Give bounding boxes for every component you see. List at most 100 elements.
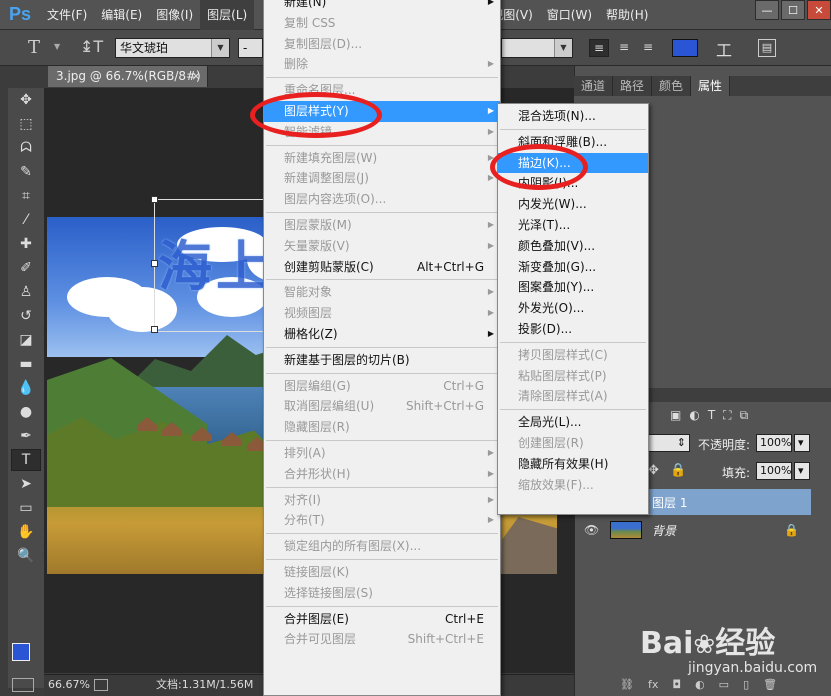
- screen-mode-icon[interactable]: [12, 678, 34, 692]
- quick-select-tool-icon[interactable]: ✎: [11, 161, 41, 183]
- menu-separator: [266, 346, 498, 348]
- menu-item-shortcut: Shift+Ctrl+G: [405, 399, 484, 414]
- eraser-tool-icon[interactable]: ◪: [11, 329, 41, 351]
- minimize-button[interactable]: —: [755, 0, 779, 20]
- text-tool-icon[interactable]: T: [28, 37, 40, 58]
- adjustment-filter-icon[interactable]: ◐: [689, 408, 699, 422]
- status-export-icon[interactable]: [94, 679, 108, 691]
- shape-tool-icon[interactable]: ▭: [11, 497, 41, 519]
- marquee-tool-icon[interactable]: ⬚: [11, 113, 41, 135]
- menu-item-label: 缩放效果(F)...: [518, 477, 594, 492]
- annotation-oval-layer-style: [250, 92, 382, 138]
- clone-stamp-icon[interactable]: ♙: [11, 281, 41, 303]
- tab-color[interactable]: 颜色: [652, 76, 692, 96]
- shape-filter-icon[interactable]: ⛶: [723, 408, 731, 423]
- history-brush-icon[interactable]: ↺: [11, 305, 41, 327]
- menu-item[interactable]: 光泽(T)...: [498, 215, 648, 236]
- zoom-level[interactable]: 66.67%: [48, 675, 90, 695]
- zoom-tool-icon[interactable]: 🔍: [11, 545, 41, 567]
- align-right-icon[interactable]: ≡: [638, 39, 658, 57]
- menu-separator: [266, 144, 498, 146]
- layer-row-background[interactable]: 👁 背景 🔒: [576, 517, 811, 543]
- menu-item: 对齐(I) ▶: [264, 490, 500, 511]
- healing-brush-icon[interactable]: ✚: [11, 233, 41, 255]
- layer-name[interactable]: 图层 1: [652, 494, 687, 511]
- transform-handle[interactable]: [151, 326, 158, 333]
- font-family-select[interactable]: 华文琥珀 ▼: [115, 38, 230, 58]
- align-center-icon[interactable]: ≡: [614, 39, 634, 57]
- menu-item[interactable]: 渐变叠加(G)...: [498, 257, 648, 278]
- menu-item[interactable]: 颜色叠加(V)...: [498, 236, 648, 257]
- pen-tool-icon[interactable]: ✒: [11, 425, 41, 447]
- opacity-dropdown[interactable]: ▾: [794, 434, 810, 452]
- panels-toggle-icon[interactable]: ▤: [758, 39, 776, 57]
- tab-paths[interactable]: 路径: [613, 76, 653, 96]
- transform-handle[interactable]: [151, 260, 158, 267]
- transform-handle[interactable]: [151, 196, 158, 203]
- smart-filter-icon[interactable]: ⧉: [740, 408, 749, 423]
- menu-item[interactable]: 内发光(W)...: [498, 194, 648, 215]
- font-style-select[interactable]: -: [238, 38, 263, 58]
- menu-item[interactable]: 投影(D)...: [498, 319, 648, 340]
- menu-item[interactable]: 创建剪贴蒙版(C) Alt+Ctrl+G: [264, 257, 500, 278]
- menu-separator: [266, 605, 498, 607]
- align-left-icon[interactable]: ≡: [589, 39, 609, 57]
- blur-tool-icon[interactable]: 💧: [11, 377, 41, 399]
- lock-position-icon[interactable]: ✥: [648, 463, 659, 478]
- link-icon[interactable]: ⛓: [620, 678, 634, 694]
- type-tool-icon[interactable]: T: [11, 449, 41, 471]
- path-select-tool-icon[interactable]: ➤: [11, 473, 41, 495]
- menu-item[interactable]: 新建(N) ▶: [264, 0, 500, 13]
- menu-item[interactable]: 全局光(L)...: [498, 412, 648, 433]
- menu-item[interactable]: 合并图层(E) Ctrl+E: [264, 609, 500, 630]
- menu-image[interactable]: 图像(I): [149, 0, 200, 30]
- tab-properties[interactable]: 属性: [691, 76, 731, 96]
- type-filter-icon[interactable]: T: [708, 408, 715, 422]
- close-icon[interactable]: ×: [191, 66, 201, 87]
- dodge-tool-icon[interactable]: ●: [11, 401, 41, 423]
- menu-layer[interactable]: 图层(L): [200, 0, 255, 30]
- gradient-tool-icon[interactable]: ▬: [11, 353, 41, 375]
- text-color-swatch[interactable]: [672, 39, 698, 57]
- warp-text-icon[interactable]: 工: [716, 37, 732, 61]
- menu-item[interactable]: 栅格化(Z) ▶: [264, 324, 500, 345]
- submenu-arrow-icon: ▶: [487, 219, 494, 229]
- brush-tool-icon[interactable]: ✐: [11, 257, 41, 279]
- fill-input[interactable]: 100%: [756, 462, 792, 480]
- menu-item[interactable]: 外发光(O)...: [498, 298, 648, 319]
- layer-name[interactable]: 背景: [652, 522, 676, 539]
- menu-file[interactable]: 文件(F): [40, 0, 94, 30]
- menu-item-label: 链接图层(K): [284, 564, 350, 579]
- menu-item-label: 内发光(W)...: [518, 197, 587, 212]
- menu-item: 图层蒙版(M) ▶: [264, 215, 500, 236]
- hut: [222, 432, 242, 446]
- move-tool-icon[interactable]: ✥: [11, 89, 41, 111]
- image-filter-icon[interactable]: ▣: [670, 408, 681, 422]
- close-button[interactable]: ✕: [807, 0, 831, 20]
- lock-all-icon[interactable]: 🔒: [670, 463, 686, 478]
- tab-channels[interactable]: 通道: [574, 76, 614, 96]
- hand-tool-icon[interactable]: ✋: [11, 521, 41, 543]
- submenu-arrow-icon: ▶: [487, 308, 494, 318]
- photoshop-window: Ps 文件(F) 编辑(E) 图像(I) 图层(L) 视图(V) 窗口(W) 帮…: [0, 0, 831, 696]
- fill-dropdown[interactable]: ▾: [794, 462, 810, 480]
- opacity-row: ⇕ 不透明度: 100% ▾: [640, 434, 831, 456]
- eye-icon[interactable]: 👁: [584, 523, 599, 537]
- menu-item[interactable]: 混合选项(N)...: [498, 106, 648, 127]
- lasso-tool-icon[interactable]: ᗣ: [11, 137, 41, 159]
- opacity-input[interactable]: 100%: [756, 434, 792, 452]
- chevron-down-icon[interactable]: ▼: [54, 42, 60, 51]
- maximize-button[interactable]: ☐: [781, 0, 805, 20]
- text-orientation-icon[interactable]: ↨T: [80, 37, 103, 56]
- menu-window[interactable]: 窗口(W): [540, 0, 599, 30]
- crop-tool-icon[interactable]: ⌗: [11, 185, 41, 207]
- eyedropper-tool-icon[interactable]: ⁄: [11, 209, 41, 231]
- menu-item[interactable]: 图案叠加(Y)...: [498, 277, 648, 298]
- menu-item[interactable]: 新建基于图层的切片(B): [264, 350, 500, 371]
- menu-edit[interactable]: 编辑(E): [94, 0, 149, 30]
- foreground-color-swatch[interactable]: [12, 643, 30, 661]
- menu-help[interactable]: 帮助(H): [599, 0, 655, 30]
- antialias-select[interactable]: ▼: [501, 38, 573, 58]
- document-tab[interactable]: 3.jpg @ 66.7%(RGB/8#) ×: [48, 66, 208, 87]
- menu-item[interactable]: 隐藏所有效果(H): [498, 454, 648, 475]
